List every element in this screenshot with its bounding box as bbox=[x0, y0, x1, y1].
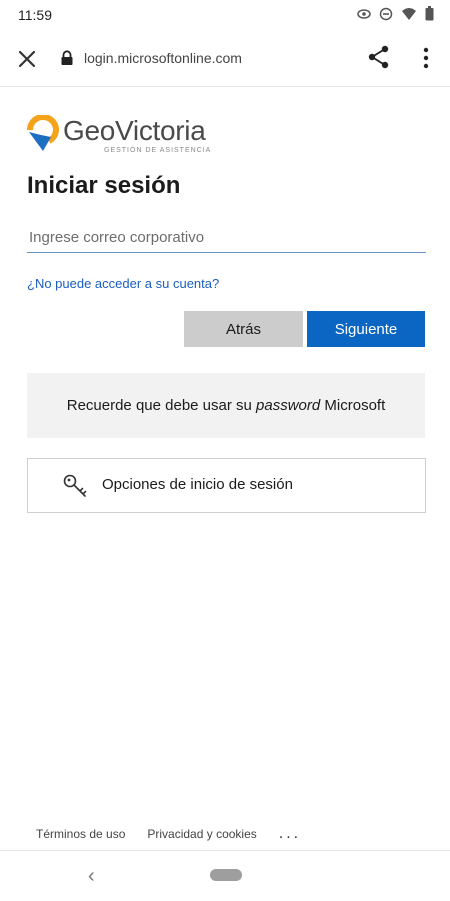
footer: Términos de uso Privacidad y cookies ... bbox=[36, 825, 301, 843]
status-time: 11:59 bbox=[18, 7, 52, 23]
browser-toolbar: login.microsoftonline.com bbox=[0, 30, 450, 87]
logo-tagline: GESTIÓN DE ASISTENCIA bbox=[104, 147, 212, 154]
footer-more-button[interactable]: ... bbox=[279, 825, 301, 843]
status-bar: 11:59 bbox=[0, 0, 450, 30]
key-icon bbox=[62, 473, 88, 504]
wifi-icon bbox=[401, 7, 417, 21]
signin-options-button[interactable]: Opciones de inicio de sesión bbox=[27, 458, 426, 513]
terms-link[interactable]: Términos de uso bbox=[36, 827, 125, 841]
close-icon[interactable] bbox=[14, 46, 40, 72]
notice-text-after: Microsoft bbox=[320, 397, 386, 414]
email-field[interactable] bbox=[27, 222, 426, 253]
back-button[interactable]: Atrás bbox=[184, 311, 303, 347]
notice-text-before: Recuerde que debe usar su bbox=[66, 397, 257, 414]
status-icons bbox=[357, 6, 434, 21]
url-text[interactable]: login.microsoftonline.com bbox=[84, 50, 242, 66]
page-title: Iniciar sesión bbox=[27, 172, 181, 199]
geovictoria-logo: GeoVictoria GESTIÓN DE ASISTENCIA bbox=[27, 113, 227, 157]
privacy-link[interactable]: Privacidad y cookies bbox=[147, 827, 256, 841]
geovictoria-logo-mark-icon bbox=[27, 114, 60, 158]
do-not-disturb-icon bbox=[379, 7, 393, 21]
back-icon[interactable]: ‹ bbox=[88, 865, 95, 888]
notice-text-italic: password bbox=[256, 397, 321, 414]
next-button[interactable]: Siguiente bbox=[307, 311, 425, 347]
password-notice-text: Recuerde que debe usar su password Micro… bbox=[27, 397, 425, 414]
lock-icon bbox=[60, 50, 74, 71]
home-pill[interactable] bbox=[210, 869, 242, 881]
more-vertical-icon[interactable] bbox=[416, 44, 436, 72]
system-nav-bar: ‹ bbox=[0, 850, 450, 901]
eye-icon bbox=[357, 7, 371, 21]
share-icon[interactable] bbox=[366, 44, 392, 70]
battery-icon bbox=[425, 6, 434, 21]
cant-access-account-link[interactable]: ¿No puede acceder a su cuenta? bbox=[27, 276, 219, 291]
signin-options-label: Opciones de inicio de sesión bbox=[102, 476, 293, 493]
logo-brand-text: GeoVictoria bbox=[63, 115, 206, 146]
password-notice: Recuerde que debe usar su password Micro… bbox=[27, 373, 425, 438]
